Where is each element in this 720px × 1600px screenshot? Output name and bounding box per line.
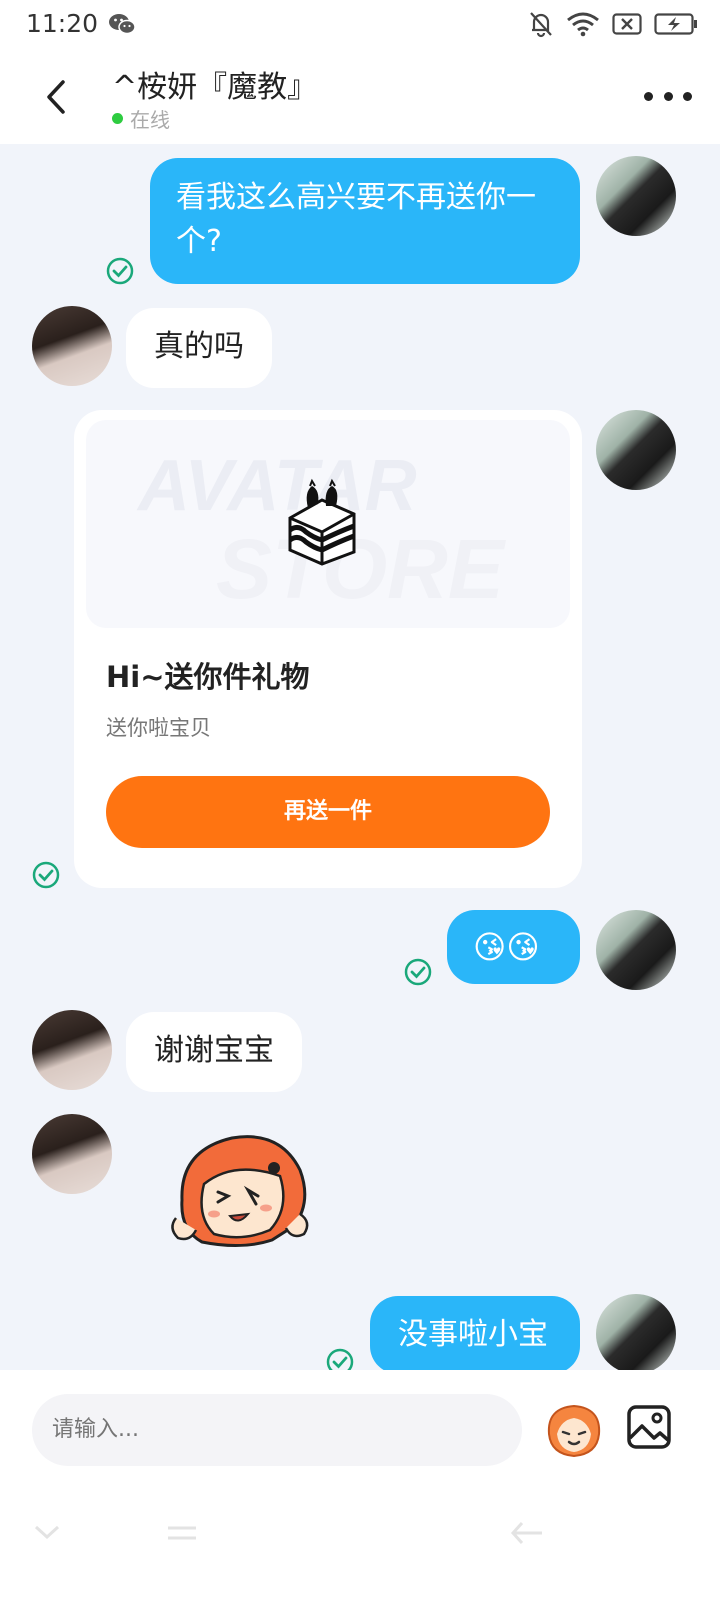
my-avatar[interactable] — [596, 410, 676, 490]
battery-charging-icon — [654, 13, 697, 35]
online-status-text: 在线 — [130, 108, 170, 132]
system-nav-bar — [0, 1500, 720, 1600]
my-avatar[interactable] — [596, 910, 676, 990]
status-time: 11:20 — [26, 9, 99, 38]
gift-image: AVATAR STORE — [86, 420, 570, 628]
watermark-avatar-text: AVATAR — [136, 446, 417, 526]
gift-subtitle: 送你啦宝贝 — [106, 716, 211, 740]
message-bubble-incoming[interactable]: 谢谢宝宝 — [126, 1012, 302, 1092]
nav-back-icon[interactable] — [510, 1520, 544, 1546]
cake-icon — [288, 478, 356, 566]
chat-header: ^桉妍『魔教』 在线 — [0, 50, 720, 144]
image-picker-button[interactable] — [626, 1404, 672, 1450]
message-bubble-outgoing[interactable]: 看我这么高兴要不再送你一个? — [150, 158, 580, 284]
contact-avatar[interactable] — [32, 306, 112, 386]
cartoon-girl-sticker[interactable] — [162, 1130, 314, 1254]
wechat-icon — [109, 14, 136, 35]
send-another-gift-button[interactable]: 再送一件 — [106, 776, 550, 848]
more-dot — [644, 91, 653, 101]
mute-bell-icon — [530, 12, 552, 38]
gift-title: Hi~送你件礼物 — [106, 660, 310, 694]
message-bubble-incoming[interactable]: 真的吗 — [126, 308, 272, 388]
wifi-icon — [567, 12, 599, 37]
nav-menu-icon[interactable] — [166, 1522, 198, 1544]
status-icons — [528, 10, 698, 38]
more-dot — [683, 91, 692, 101]
more-options-button[interactable] — [644, 84, 692, 108]
read-check-icon — [404, 958, 432, 986]
message-bubble-outgoing[interactable]: 没事啦小宝 — [370, 1296, 580, 1374]
message-input[interactable] — [32, 1394, 522, 1466]
read-check-icon — [106, 257, 134, 285]
message-bubble-outgoing[interactable]: 😘😘 — [447, 910, 580, 984]
back-button[interactable] — [36, 72, 76, 122]
my-avatar[interactable] — [596, 156, 676, 236]
nav-down-icon[interactable] — [34, 1524, 60, 1540]
input-bar — [0, 1370, 720, 1600]
online-status: 在线 — [112, 104, 170, 133]
status-bar: 11:20 — [0, 0, 720, 50]
online-dot-icon — [112, 113, 123, 124]
sim-off-icon — [612, 13, 642, 35]
contact-avatar[interactable] — [32, 1114, 112, 1194]
read-check-icon — [32, 861, 60, 889]
contact-name: ^桉妍『魔教』 — [112, 70, 318, 105]
my-avatar[interactable] — [596, 1294, 676, 1374]
contact-avatar[interactable] — [32, 1010, 112, 1090]
gift-card[interactable]: AVATAR STORE Hi~送你件礼物 送你啦宝贝 再送一件 — [74, 410, 582, 888]
emoji-sticker-button[interactable] — [543, 1400, 605, 1460]
more-dot — [663, 91, 673, 101]
back-arrow-icon — [47, 80, 65, 114]
